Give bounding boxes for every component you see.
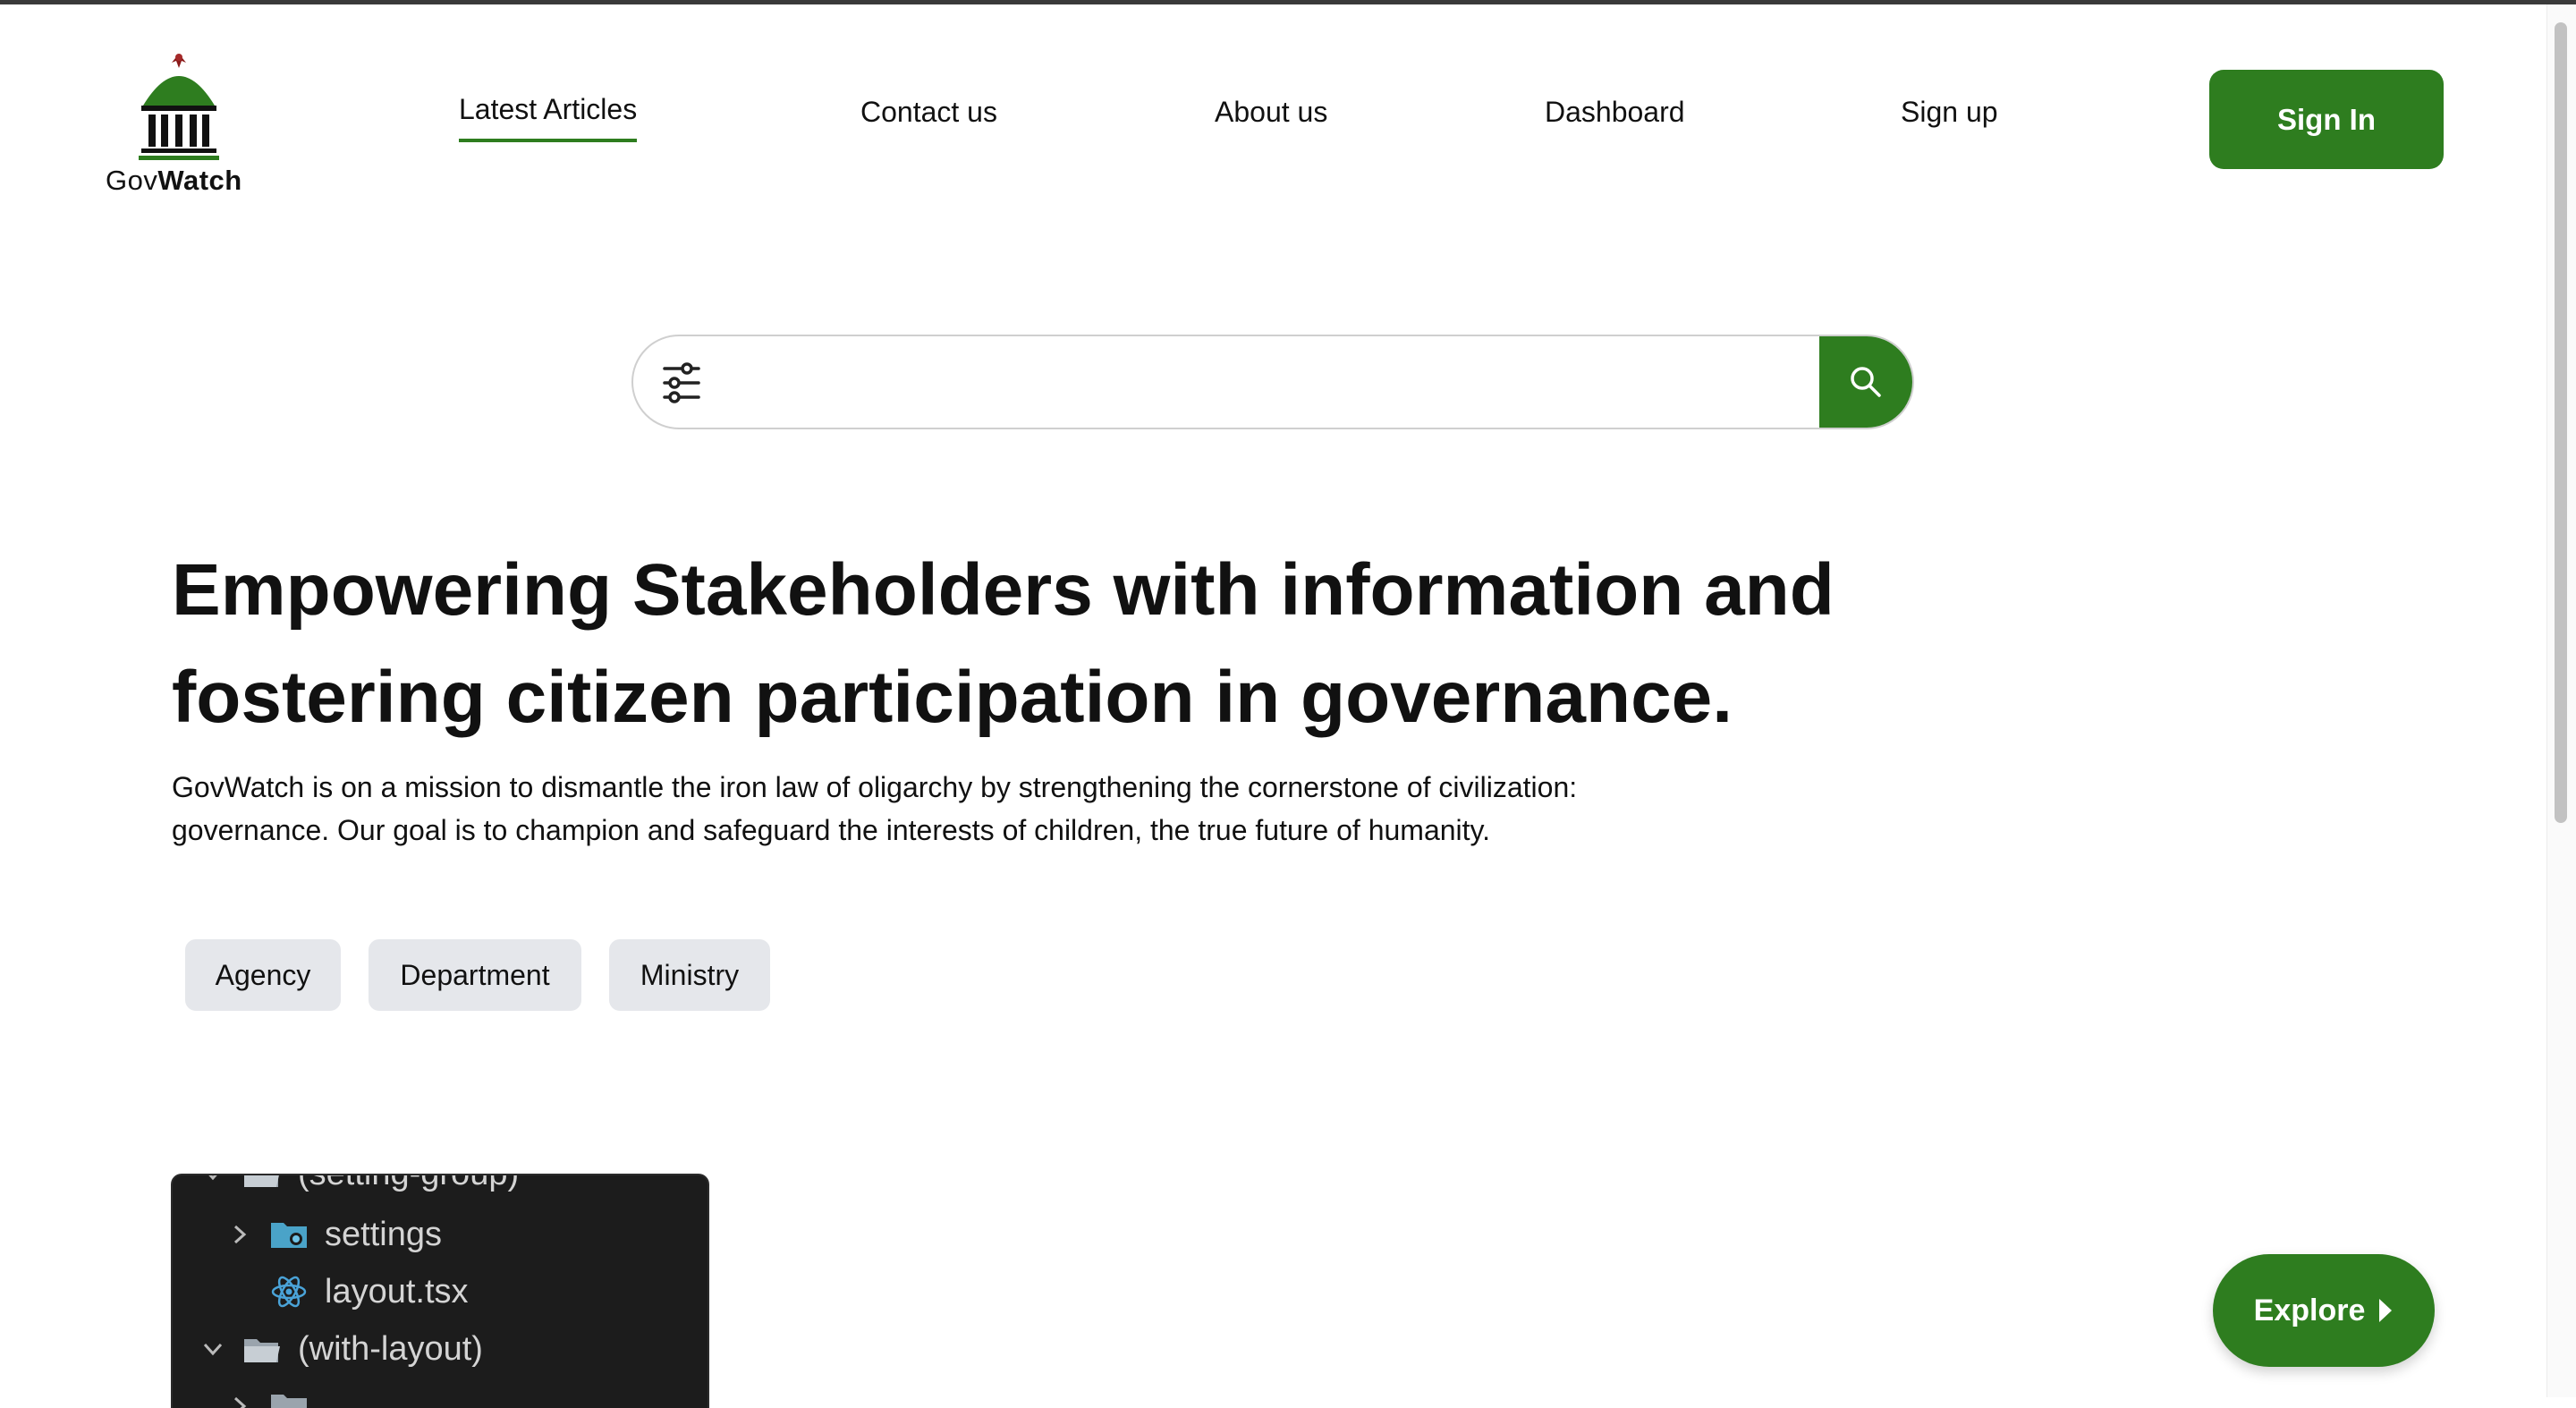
tree-row: layout.tsx [269,1265,469,1319]
nav-dashboard[interactable]: Dashboard [1545,96,1685,129]
folder-open-icon [244,1175,279,1187]
chevron-down-icon [208,1175,217,1181]
nav-contact-us[interactable]: Contact us [860,96,997,129]
brand-wordmark: GovWatch [106,165,242,196]
chevron-right-icon [233,1396,247,1408]
tree-row: (setting-group) [199,1175,519,1200]
chevron-down-icon [203,1343,223,1356]
tree-row: settings [226,1208,442,1261]
hero-headline: Empowering Stakeholders with information… [172,549,1835,738]
page-scrollbar[interactable] [2546,4,2576,1397]
search-bar [631,335,1914,429]
capitol-dome-icon [139,54,219,160]
govwatch-logo[interactable]: GovWatch [106,50,253,198]
chip-department[interactable]: Department [369,939,581,1011]
chip-agency[interactable]: Agency [185,939,341,1011]
sign-in-button[interactable]: Sign In [2209,70,2444,169]
scrollbar-thumb[interactable] [2555,22,2567,823]
magnifier-icon [1851,367,1881,397]
nav-sign-up[interactable]: Sign up [1901,96,1998,129]
explore-button[interactable]: Explore [2213,1254,2435,1367]
chevron-right-icon [233,1225,247,1244]
search-button[interactable] [1819,336,1912,428]
folder-open-icon [244,1339,280,1362]
tree-row [226,1379,325,1408]
nav-latest-articles[interactable]: Latest Articles [459,93,638,142]
search-input[interactable] [723,336,1800,428]
tree-row: (with-layout) [199,1322,483,1376]
mission-statement: GovWatch is on a mission to dismantle th… [172,771,1578,846]
react-file-icon [271,1276,307,1308]
chip-ministry[interactable]: Ministry [609,939,770,1011]
caret-right-icon [2379,1299,2393,1322]
sliders-icon[interactable] [662,361,701,404]
nav-about-us[interactable]: About us [1215,96,1327,129]
settings-folder-icon [271,1223,307,1248]
window-top-border [0,0,2576,4]
file-tree-image: (setting-group) settings layout.tsx (wit… [173,1175,708,1408]
folder-icon [271,1395,307,1408]
